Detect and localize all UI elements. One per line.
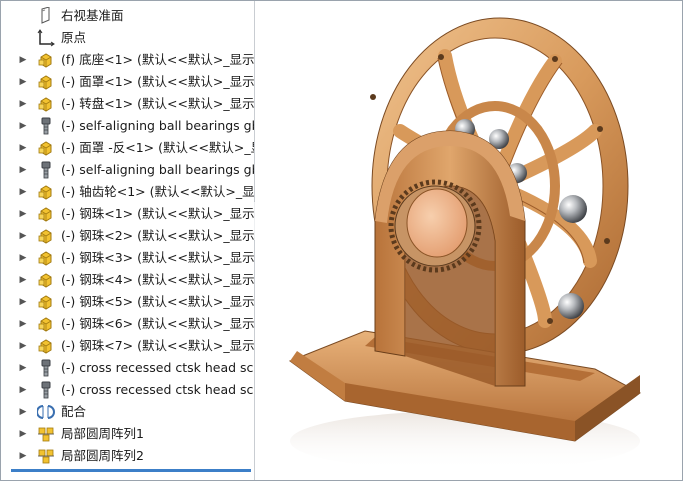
- expand-arrow-icon[interactable]: ▶: [19, 203, 27, 225]
- tree-item-label: (f) 底座<1> (默认<<默认>_显示状: [61, 52, 254, 67]
- toolbox-part-icon: [37, 381, 55, 399]
- tree-item[interactable]: ▶ (f) 底座<1> (默认<<默认>_显示状: [1, 49, 254, 71]
- part-icon: [37, 227, 55, 245]
- expand-arrow-icon[interactable]: ▶: [19, 335, 27, 357]
- expand-arrow-icon[interactable]: ▶: [19, 379, 27, 401]
- part-icon: [37, 95, 55, 113]
- tree-item-label: (-) 钢珠<5> (默认<<默认>_显示状: [61, 294, 254, 309]
- tree-item-label: 配合: [61, 404, 87, 419]
- tree-item[interactable]: ▶ (-) 钢珠<6> (默认<<默认>_显示状: [1, 313, 254, 335]
- part-icon: [37, 205, 55, 223]
- tree-horizontal-scrollbar[interactable]: [11, 469, 251, 472]
- tree-item[interactable]: ▶ (-) 钢珠<7> (默认<<默认>_显示状: [1, 335, 254, 357]
- solidworks-window: 右视基准面原点 ▶ (f) 底座<1> (默认<<默认>_显示状 ▶ (-) 面罩<1>…: [0, 0, 683, 481]
- mates-icon: [36, 403, 55, 421]
- expand-arrow-icon[interactable]: ▶: [19, 137, 27, 159]
- circular-pattern-icon: [37, 425, 55, 443]
- tree-item-label: (-) self-aligning ball bearings gb: [61, 162, 254, 177]
- expand-arrow-icon[interactable]: ▶: [19, 269, 27, 291]
- graphics-area[interactable]: [255, 1, 682, 480]
- tree-item-label: (-) cross recessed ctsk head scre: [61, 382, 254, 397]
- tree-item[interactable]: ▶ (-) 钢珠<3> (默认<<默认>_显示状: [1, 247, 254, 269]
- toolbox-part-icon: [37, 161, 55, 179]
- tree-item[interactable]: ▶ (-) cross recessed ctsk head scre: [1, 379, 254, 401]
- tree-item-label: 原点: [61, 30, 87, 45]
- expand-arrow-icon[interactable]: ▶: [19, 71, 27, 93]
- tree-item-label: 局部圆周阵列2: [61, 448, 144, 463]
- toolbox-part-icon: [37, 117, 55, 135]
- tree-item[interactable]: ▶ (-) 钢珠<5> (默认<<默认>_显示状: [1, 291, 254, 313]
- part-icon: [37, 73, 55, 91]
- toolbox-part-icon: [37, 359, 55, 377]
- origin-icon: [37, 29, 55, 47]
- expand-arrow-icon[interactable]: ▶: [19, 291, 27, 313]
- tree-item-label: (-) 钢珠<7> (默认<<默认>_显示状: [61, 338, 254, 353]
- part-icon: [37, 315, 55, 333]
- tree-item[interactable]: ▶ 局部圆周阵列1: [1, 423, 254, 445]
- tree-item[interactable]: ▶ (-) self-aligning ball bearings gb: [1, 159, 254, 181]
- tree-item-label: (-) 钢珠<3> (默认<<默认>_显示状: [61, 250, 254, 265]
- expand-arrow-icon[interactable]: ▶: [19, 225, 27, 247]
- tree-item-label: (-) 面罩<1> (默认<<默认>_显示状: [61, 74, 254, 89]
- tree-item[interactable]: ▶ (-) 钢珠<2> (默认<<默认>_显示状: [1, 225, 254, 247]
- expand-arrow-icon[interactable]: ▶: [19, 445, 27, 467]
- tree-item-label: (-) cross recessed ctsk head scre: [61, 360, 254, 375]
- part-icon: [37, 271, 55, 289]
- tree-item[interactable]: ▶ (-) 面罩 -反<1> (默认<<默认>_显: [1, 137, 254, 159]
- expand-arrow-icon[interactable]: ▶: [19, 93, 27, 115]
- tree-item[interactable]: ▶ 配合: [1, 401, 254, 423]
- tree-item-label: (-) 转盘<1> (默认<<默认>_显示状: [61, 96, 254, 111]
- tree-item-label: (-) 轴齿轮<1> (默认<<默认>_显示: [61, 184, 254, 199]
- tree-item[interactable]: 原点: [1, 27, 254, 49]
- tree-item[interactable]: ▶ (-) 面罩<1> (默认<<默认>_显示状: [1, 71, 254, 93]
- tree-item-label: (-) 钢珠<1> (默认<<默认>_显示状: [61, 206, 254, 221]
- expand-arrow-icon[interactable]: ▶: [19, 115, 27, 137]
- tree-item[interactable]: ▶ (-) 钢珠<1> (默认<<默认>_显示状: [1, 203, 254, 225]
- tree-item-label: (-) 钢珠<4> (默认<<默认>_显示状: [61, 272, 254, 287]
- expand-arrow-icon[interactable]: ▶: [19, 49, 27, 71]
- tree-item-label: 局部圆周阵列1: [61, 426, 144, 441]
- part-icon: [37, 183, 55, 201]
- tree-item[interactable]: ▶ (-) 转盘<1> (默认<<默认>_显示状: [1, 93, 254, 115]
- tree-item[interactable]: ▶ (-) 轴齿轮<1> (默认<<默认>_显示: [1, 181, 254, 203]
- expand-arrow-icon[interactable]: ▶: [19, 401, 27, 423]
- part-icon: [37, 51, 55, 69]
- tree-item-label: (-) 面罩 -反<1> (默认<<默认>_显: [61, 140, 254, 155]
- tree-item[interactable]: ▶ (-) cross recessed ctsk head scre: [1, 357, 254, 379]
- tree-item[interactable]: ▶ 局部圆周阵列2: [1, 445, 254, 467]
- circular-pattern-icon: [37, 447, 55, 465]
- expand-arrow-icon[interactable]: ▶: [19, 357, 27, 379]
- part-icon: [37, 293, 55, 311]
- assembly-model-view[interactable]: [255, 1, 682, 480]
- tree-item-label: (-) 钢珠<2> (默认<<默认>_显示状: [61, 228, 254, 243]
- expand-arrow-icon[interactable]: ▶: [19, 181, 27, 203]
- tree-item[interactable]: ▶ (-) self-aligning ball bearings gb: [1, 115, 254, 137]
- tree-item-label: (-) 钢珠<6> (默认<<默认>_显示状: [61, 316, 254, 331]
- part-icon: [37, 249, 55, 267]
- feature-manager-tree: 右视基准面原点 ▶ (f) 底座<1> (默认<<默认>_显示状 ▶ (-) 面罩<1>…: [1, 1, 255, 480]
- tree-item[interactable]: 右视基准面: [1, 5, 254, 27]
- tree-item-label: (-) self-aligning ball bearings gb: [61, 118, 254, 133]
- expand-arrow-icon[interactable]: ▶: [19, 247, 27, 269]
- tree-item[interactable]: ▶ (-) 钢珠<4> (默认<<默认>_显示状: [1, 269, 254, 291]
- expand-arrow-icon[interactable]: ▶: [19, 423, 27, 445]
- expand-arrow-icon[interactable]: ▶: [19, 159, 27, 181]
- part-icon: [37, 139, 55, 157]
- expand-arrow-icon[interactable]: ▶: [19, 313, 27, 335]
- part-icon: [37, 337, 55, 355]
- tree-item-label: 右视基准面: [61, 8, 124, 23]
- plane-icon: [37, 6, 55, 25]
